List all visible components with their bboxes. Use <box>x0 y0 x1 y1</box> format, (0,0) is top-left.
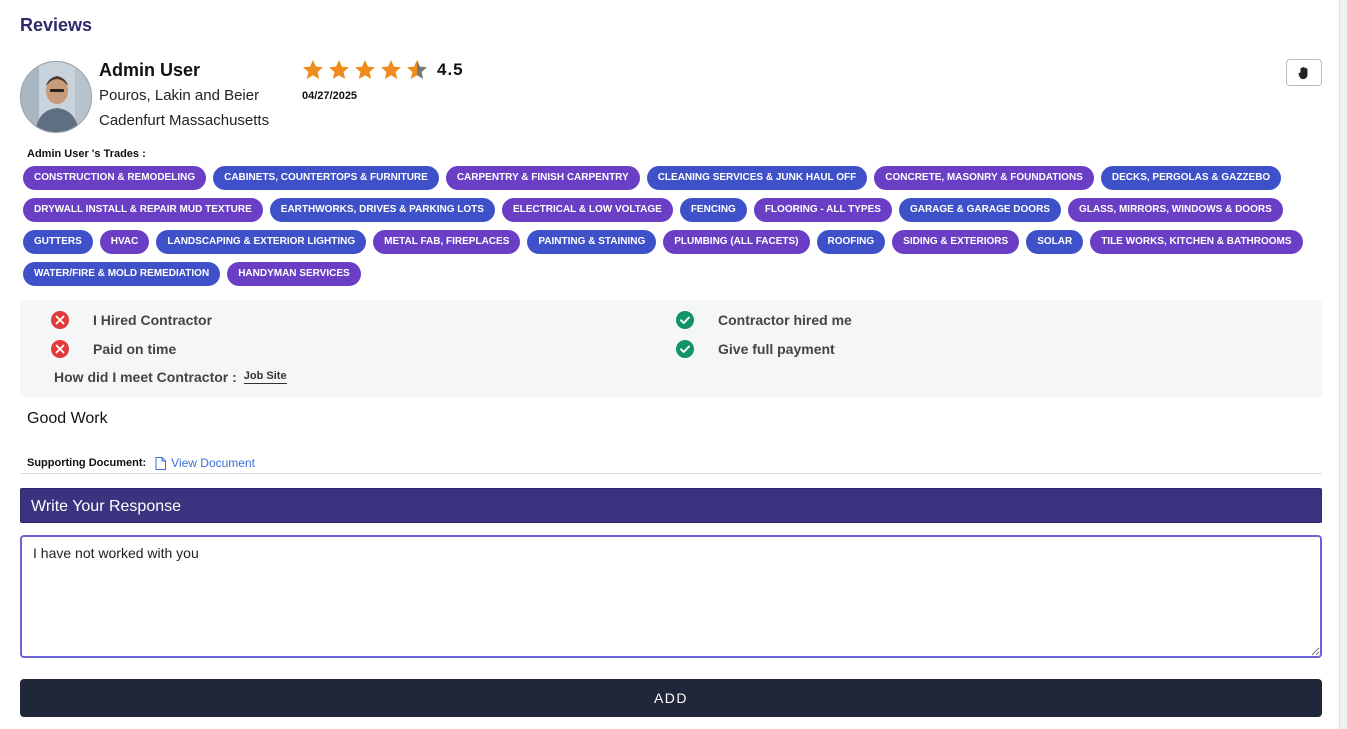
trade-pill: SOLAR <box>1026 230 1084 254</box>
status-contractor-hired-me: Contractor hired me <box>675 310 852 330</box>
trade-pill: ELECTRICAL & LOW VOLTAGE <box>501 198 673 222</box>
trade-pill: CLEANING SERVICES & JUNK HAUL OFF <box>646 166 868 190</box>
status-label: I Hired Contractor <box>93 312 213 328</box>
trade-pill: HVAC <box>99 230 150 254</box>
x-circle-icon <box>51 311 69 329</box>
star-full-icon <box>329 60 349 79</box>
star-full-icon <box>355 60 375 79</box>
star-rating: 4.5 <box>301 58 464 82</box>
add-button[interactable]: ADD <box>20 679 1322 717</box>
trade-pill: GLASS, MIRRORS, WINDOWS & DOORS <box>1067 198 1283 222</box>
meet-label: How did I meet Contractor : <box>54 369 237 385</box>
star-half-icon <box>407 60 427 79</box>
trade-pill: ROOFING <box>816 230 886 254</box>
trade-pill: WATER/FIRE & MOLD REMEDIATION <box>23 262 221 286</box>
status-label: Contractor hired me <box>718 312 852 328</box>
trade-pill: CONSTRUCTION & REMODELING <box>23 166 207 190</box>
supporting-document-row: Supporting Document: View Document <box>27 456 255 470</box>
review-card: Reviews Admin User Pouros, Lakin and Bei… <box>0 0 1340 729</box>
hand-stop-icon <box>1298 66 1308 79</box>
trade-pill: PAINTING & STAINING <box>527 230 657 254</box>
star-full-icon <box>303 60 323 79</box>
trade-pill: LANDSCAPING & EXTERIOR LIGHTING <box>156 230 367 254</box>
trade-pill: PLUMBING (ALL FACETS) <box>663 230 810 254</box>
reviewer-company: Pouros, Lakin and Beier <box>99 87 260 104</box>
reviewer-location: Cadenfurt Massachusetts <box>99 112 270 129</box>
view-document-link[interactable]: View Document <box>155 456 255 470</box>
trades-list: CONSTRUCTION & REMODELING CABINETS, COUNT… <box>23 166 1313 294</box>
trade-pill: GARAGE & GARAGE DOORS <box>898 198 1061 222</box>
trade-pill: DRYWALL INSTALL & REPAIR MUD TEXTURE <box>23 198 263 222</box>
status-paid-on-time: Paid on time <box>50 339 176 359</box>
trade-pill: DECKS, PERGOLAS & GAZZEBO <box>1100 166 1282 190</box>
trade-pill: FENCING <box>679 198 747 222</box>
response-textarea[interactable]: I have not worked with you <box>20 535 1322 658</box>
trade-pill: TILE WORKS, KITCHEN & BATHROOMS <box>1090 230 1303 254</box>
reviewer-name: Admin User <box>99 60 201 80</box>
trade-pill: FLOORING - ALL TYPES <box>753 198 892 222</box>
review-comment: Good Work <box>27 410 108 427</box>
trade-pill: CONCRETE, MASONRY & FOUNDATIONS <box>874 166 1094 190</box>
trade-pill: HANDYMAN SERVICES <box>227 262 361 286</box>
supporting-document-label: Supporting Document: <box>27 457 147 469</box>
trade-pill: CARPENTRY & FINISH CARPENTRY <box>445 166 640 190</box>
trade-pill: GUTTERS <box>23 230 93 254</box>
trade-pill: CABINETS, COUNTERTOPS & FURNITURE <box>213 166 439 190</box>
divider <box>20 473 1322 474</box>
trade-pill: SIDING & EXTERIORS <box>892 230 1020 254</box>
meet-value: Job Site <box>243 370 287 384</box>
status-label: Paid on time <box>93 341 177 357</box>
status-box: I Hired Contractor Contractor hired me P… <box>20 300 1322 397</box>
avatar <box>20 61 92 133</box>
report-button[interactable] <box>1286 59 1322 86</box>
review-date: 04/27/2025 <box>302 90 358 102</box>
trade-pill: EARTHWORKS, DRIVES & PARKING LOTS <box>269 198 495 222</box>
trades-title: Admin User 's Trades : <box>27 148 146 160</box>
rating-value: 4.5 <box>437 60 464 79</box>
star-full-icon <box>381 60 401 79</box>
check-circle-icon <box>676 311 694 329</box>
trade-pill: METAL FAB, FIREPLACES <box>373 230 521 254</box>
status-hired-contractor: I Hired Contractor <box>50 310 212 330</box>
response-header: Write Your Response <box>20 488 1322 523</box>
section-title: Reviews <box>20 15 93 35</box>
status-give-full-payment: Give full payment <box>675 339 835 359</box>
x-circle-icon <box>51 340 69 358</box>
meet-row: How did I meet Contractor : Job Site <box>54 369 287 385</box>
file-icon <box>155 456 167 470</box>
status-label: Give full payment <box>718 341 835 357</box>
view-document-label: View Document <box>171 456 255 470</box>
check-circle-icon <box>676 340 694 358</box>
